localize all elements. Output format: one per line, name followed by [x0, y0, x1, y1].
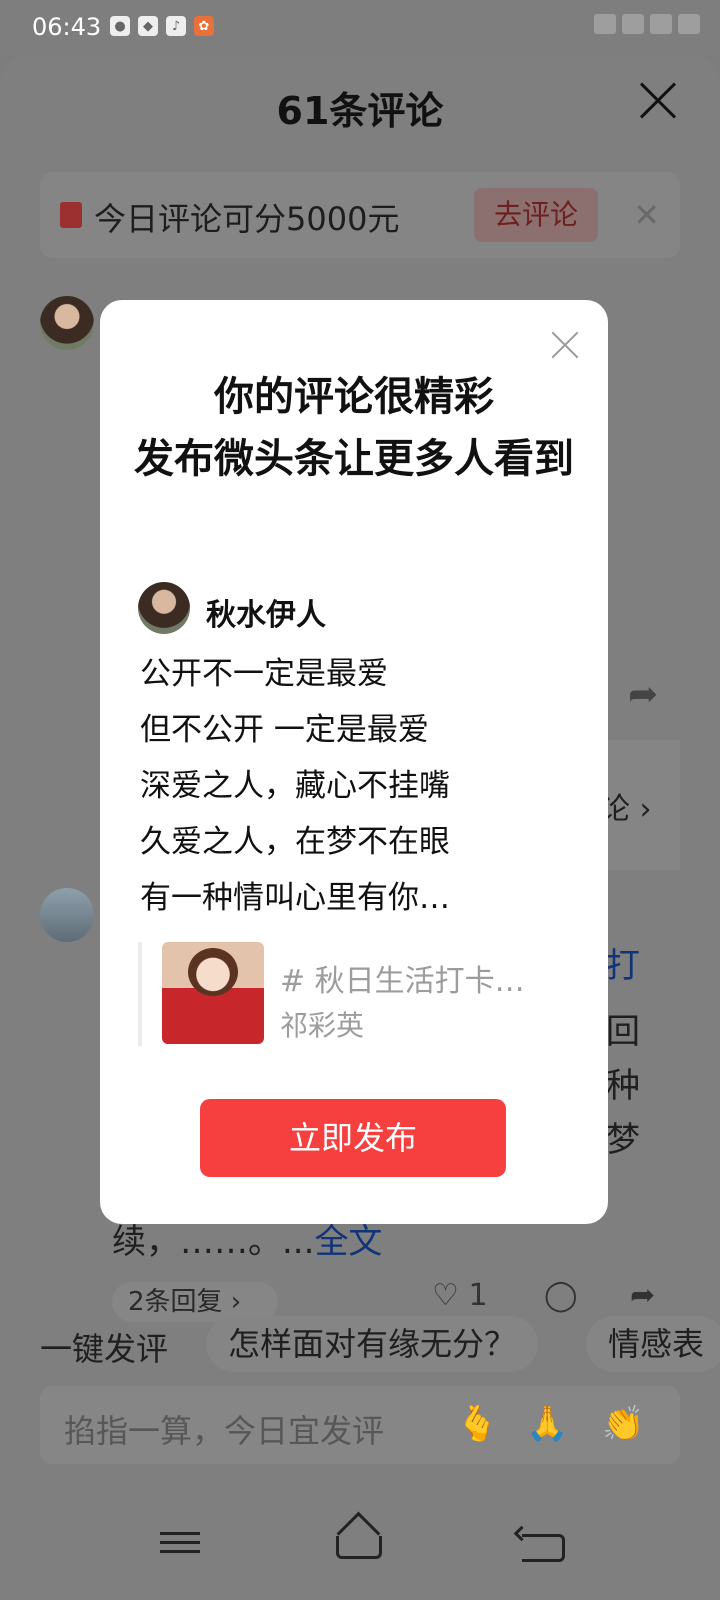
commenter-avatar[interactable] [40, 296, 94, 350]
full-text-link[interactable]: 全文 [314, 1222, 382, 1262]
comment-line: 但不公开 一定是最爱 [140, 712, 429, 748]
close-icon[interactable] [638, 80, 678, 120]
like-button[interactable]: ♡ 1 [432, 1278, 488, 1313]
quick-comment-chip[interactable]: 怎样面对有缘无分？ [206, 1316, 539, 1372]
commenter-avatar[interactable] [40, 888, 94, 942]
comment-placeholder: 掐指一算，今日宜发评 [64, 1412, 385, 1450]
comment-line: 有一种情叫心里有你… [140, 880, 450, 916]
publish-button[interactable]: 立即发布 [200, 1099, 506, 1177]
reward-banner: 今日评论可分5000元 去评论 ✕ [40, 172, 680, 258]
heart-icon: ♡ [432, 1278, 459, 1313]
dialog-title: 你的评论很精彩 发布微头条让更多人看到 [130, 366, 578, 490]
home-icon[interactable] [336, 1536, 382, 1559]
banner-close-icon[interactable]: ✕ [633, 196, 660, 234]
status-time: 06:43 [32, 13, 102, 41]
quoted-post-title: # 秋日生活打卡… [280, 964, 525, 999]
linked-card[interactable]: 论 › [600, 740, 680, 870]
red-packet-icon [60, 202, 82, 228]
go-comment-button[interactable]: 去评论 [474, 188, 598, 242]
orange-app-icon: ✿ [194, 16, 214, 36]
emoji-heart-hands[interactable]: 🫰 [456, 1404, 498, 1444]
notification-icons: ● ◆ ♪ ✿ [110, 16, 214, 36]
comment-icon[interactable]: ◯ [544, 1278, 578, 1313]
emoji-pray[interactable]: 🙏 [526, 1404, 568, 1444]
comment-line: 深爱之人，藏心不挂嘴 [140, 768, 450, 804]
comment-preview: 公开不一定是最爱 但不公开 一定是最爱 深爱之人，藏心不挂嘴 久爱之人，在梦不在… [140, 646, 450, 926]
comment-line: 久爱之人，在梦不在眼 [140, 824, 450, 860]
quick-comment-label: 一键发评 [40, 1330, 169, 1368]
author-avatar [138, 582, 190, 634]
like-count: 1 [468, 1278, 488, 1313]
emoji-clap[interactable]: 👏 [602, 1404, 644, 1444]
wechat-icon: ● [110, 16, 130, 36]
quick-comment-chip[interactable]: 情感表 [586, 1316, 720, 1372]
dialog-title-line: 发布微头条让更多人看到 [134, 436, 574, 482]
comment-fragment: 种 [606, 1066, 640, 1106]
system-nav-bar [0, 1496, 720, 1600]
comment-fragment: 打 [606, 946, 640, 986]
quoted-post-author: 祁彩英 [280, 1009, 365, 1042]
comment-fragment: 梦 [606, 1120, 640, 1160]
sheet-title: 61条评论 [276, 89, 444, 133]
app-icon: ◆ [138, 16, 158, 36]
quoted-post-thumbnail [162, 942, 264, 1044]
author-name: 秋水伊人 [206, 598, 326, 633]
system-status-icons [500, 14, 700, 38]
quick-comment-bar: 一键发评 怎样面对有缘无分？ 情感表 [0, 1312, 720, 1374]
comment-fragment: 回 [606, 1012, 640, 1052]
share-icon[interactable]: ➦ [628, 674, 658, 715]
publish-dialog: 你的评论很精彩 发布微头条让更多人看到 秋水伊人 公开不一定是最爱 但不公开 一… [100, 300, 608, 1224]
tiktok-icon: ♪ [166, 16, 186, 36]
menu-icon[interactable] [160, 1526, 200, 1562]
status-bar: 06:43 ● ◆ ♪ ✿ [0, 0, 720, 56]
banner-text: 今日评论可分5000元 [94, 200, 400, 238]
dialog-title-line: 你的评论很精彩 [214, 374, 494, 420]
dialog-close-icon[interactable] [550, 330, 580, 360]
back-icon[interactable] [522, 1534, 565, 1562]
share-icon[interactable]: ➦ [630, 1278, 655, 1313]
comment-line: 公开不一定是最爱 [140, 656, 388, 692]
comment-tail-text: 续，……。... [112, 1222, 315, 1262]
quoted-post: # 秋日生活打卡… 祁彩英 [138, 942, 572, 1046]
comment-input[interactable]: 掐指一算，今日宜发评 🫰 🙏 👏 [40, 1386, 680, 1464]
